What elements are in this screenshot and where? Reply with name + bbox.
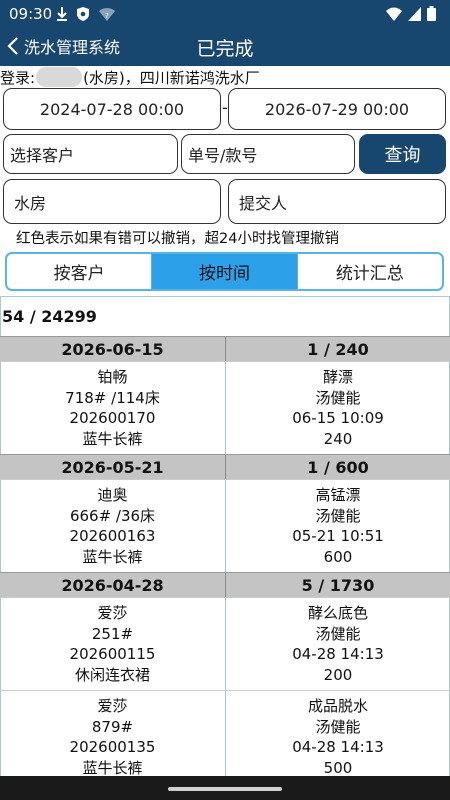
process-name: 高锰漂	[315, 486, 361, 504]
signal-icon	[408, 6, 421, 21]
records-table: 2026-06-15 1 / 240 铂畅 718# /114床 2026001…	[0, 336, 450, 783]
style-bed: 666# /36床	[69, 506, 156, 525]
order-number-input[interactable]: 单号/款号	[181, 134, 355, 174]
order-number: 202600170	[69, 409, 156, 427]
submitter-name: 汤健能	[315, 506, 361, 525]
login-prefix: 登录:	[0, 68, 36, 87]
download-icon	[57, 7, 67, 21]
status-left-icons: ?	[56, 6, 116, 22]
quantity: 240	[323, 429, 353, 448]
status-time: 09:30	[9, 5, 53, 23]
app-bar: 洗水管理系统 已完成	[0, 28, 450, 66]
quantity: 200	[323, 665, 353, 684]
status-bar: 09:30 ?	[0, 0, 450, 28]
group-header[interactable]: 2026-05-21 1 / 600	[0, 454, 450, 479]
group-date: 2026-05-21	[61, 457, 164, 477]
quantity: 600	[323, 547, 353, 566]
order-number: 202600135	[69, 738, 156, 756]
submit-time: 05-21 10:51	[292, 527, 384, 545]
submitter-placeholder: 提交人	[239, 193, 288, 213]
redacted-username	[36, 67, 83, 87]
row-left-cell: 迪奥 666# /36床 202600163 蓝牛长裤	[0, 480, 225, 572]
table-row[interactable]: 铂畅 718# /114床 202600170 蓝牛长裤 酵漂 汤健能 06-1…	[0, 361, 450, 454]
date-range-separator: -	[222, 98, 228, 117]
submitter-name: 汤健能	[315, 624, 361, 643]
process-name: 酵漂	[322, 368, 353, 386]
table-row[interactable]: 爱莎 251# 202600115 休闲连衣裙 酵么底色 汤健能 04-28 1…	[0, 597, 450, 690]
group-header[interactable]: 2026-06-15 1 / 240	[0, 336, 450, 361]
quantity: 500	[323, 758, 353, 777]
customer-select[interactable]: 选择客户	[3, 134, 178, 174]
row-left-cell: 爱莎 879# 202600135 蓝牛长裤	[0, 691, 225, 783]
order-number-placeholder: 单号/款号	[188, 146, 258, 165]
customer-name: 铂畅	[97, 368, 128, 386]
product-name: 蓝牛长裤	[82, 547, 143, 566]
group-summary: 5 / 1730	[225, 573, 450, 597]
system-nav-bar	[0, 776, 450, 800]
style-bed: 718# /114床	[65, 388, 160, 407]
submitter-name: 汤健能	[315, 717, 361, 736]
department-value: 水房	[14, 193, 47, 213]
order-number: 202600115	[69, 645, 156, 663]
end-date-field[interactable]: 2026-07-29 00:00	[228, 88, 446, 130]
style-bed: 251#	[91, 624, 134, 643]
shield-icon	[77, 7, 89, 21]
process-name: 成品脱水	[307, 697, 368, 715]
wifi-icon	[386, 7, 402, 21]
battery-icon	[427, 6, 436, 21]
record-count: 54 / 24299	[2, 307, 97, 326]
status-right-icons	[386, 6, 436, 21]
query-button[interactable]: 查询	[359, 134, 446, 174]
login-info: 登录: (水房)，四川新诺鸿洗水厂	[0, 66, 260, 88]
row-left-cell: 爱莎 251# 202600115 休闲连衣裙	[0, 598, 225, 690]
customer-name: 迪奥	[97, 486, 128, 504]
tab-by-customer[interactable]: 按客户	[7, 254, 151, 289]
group-date: 2026-06-15	[61, 339, 164, 359]
tab-by-time[interactable]: 按时间	[151, 254, 297, 289]
product-name: 蓝牛长裤	[82, 758, 143, 777]
row-right-cell: 高锰漂 汤健能 05-21 10:51 600	[225, 480, 450, 572]
style-bed: 879#	[91, 717, 134, 736]
table-row[interactable]: 爱莎 879# 202600135 蓝牛长裤 成品脱水 汤健能 04-28 14…	[0, 690, 450, 783]
department-field[interactable]: 水房	[3, 179, 221, 224]
wifi-question-icon: ?	[99, 7, 115, 21]
customer-placeholder: 选择客户	[10, 146, 75, 165]
group-date: 2026-04-28	[61, 575, 164, 595]
submitter-input[interactable]: 提交人	[228, 179, 446, 224]
process-name: 酵么底色	[307, 604, 368, 622]
row-right-cell: 酵么底色 汤健能 04-28 14:13 200	[225, 598, 450, 690]
view-tabs: 按客户 按时间 统计汇总	[5, 252, 444, 291]
customer-name: 爱莎	[97, 697, 128, 715]
product-name: 休闲连衣裙	[74, 665, 150, 684]
undo-note: 红色表示如果有错可以撤销，超24小时找管理撤销	[16, 231, 339, 247]
tab-summary[interactable]: 统计汇总	[296, 254, 442, 289]
end-date-value: 2026-07-29 00:00	[264, 99, 410, 119]
group-summary: 1 / 600	[225, 455, 450, 479]
start-date-value: 2024-07-28 00:00	[39, 99, 185, 119]
product-name: 蓝牛长裤	[82, 429, 143, 448]
submit-time: 06-15 10:09	[292, 409, 384, 427]
group-header[interactable]: 2026-04-28 5 / 1730	[0, 572, 450, 597]
customer-name: 爱莎	[97, 604, 128, 622]
row-right-cell: 酵漂 汤健能 06-15 10:09 240	[225, 362, 450, 454]
svg-text:?: ?	[105, 12, 109, 20]
row-right-cell: 成品脱水 汤健能 04-28 14:13 500	[225, 691, 450, 783]
submit-time: 04-28 14:13	[292, 738, 384, 756]
order-number: 202600163	[69, 527, 156, 545]
submitter-name: 汤健能	[315, 388, 361, 407]
login-suffix: (水房)，四川新诺鸿洗水厂	[83, 68, 260, 87]
row-left-cell: 铂畅 718# /114床 202600170 蓝牛长裤	[0, 362, 225, 454]
home-gesture-handle[interactable]	[168, 787, 282, 791]
submit-time: 04-28 14:13	[292, 645, 384, 663]
start-date-field[interactable]: 2024-07-28 00:00	[3, 88, 221, 130]
table-row[interactable]: 迪奥 666# /36床 202600163 蓝牛长裤 高锰漂 汤健能 05-2…	[0, 479, 450, 572]
page-title: 已完成	[196, 38, 254, 60]
group-summary: 1 / 240	[225, 337, 450, 361]
